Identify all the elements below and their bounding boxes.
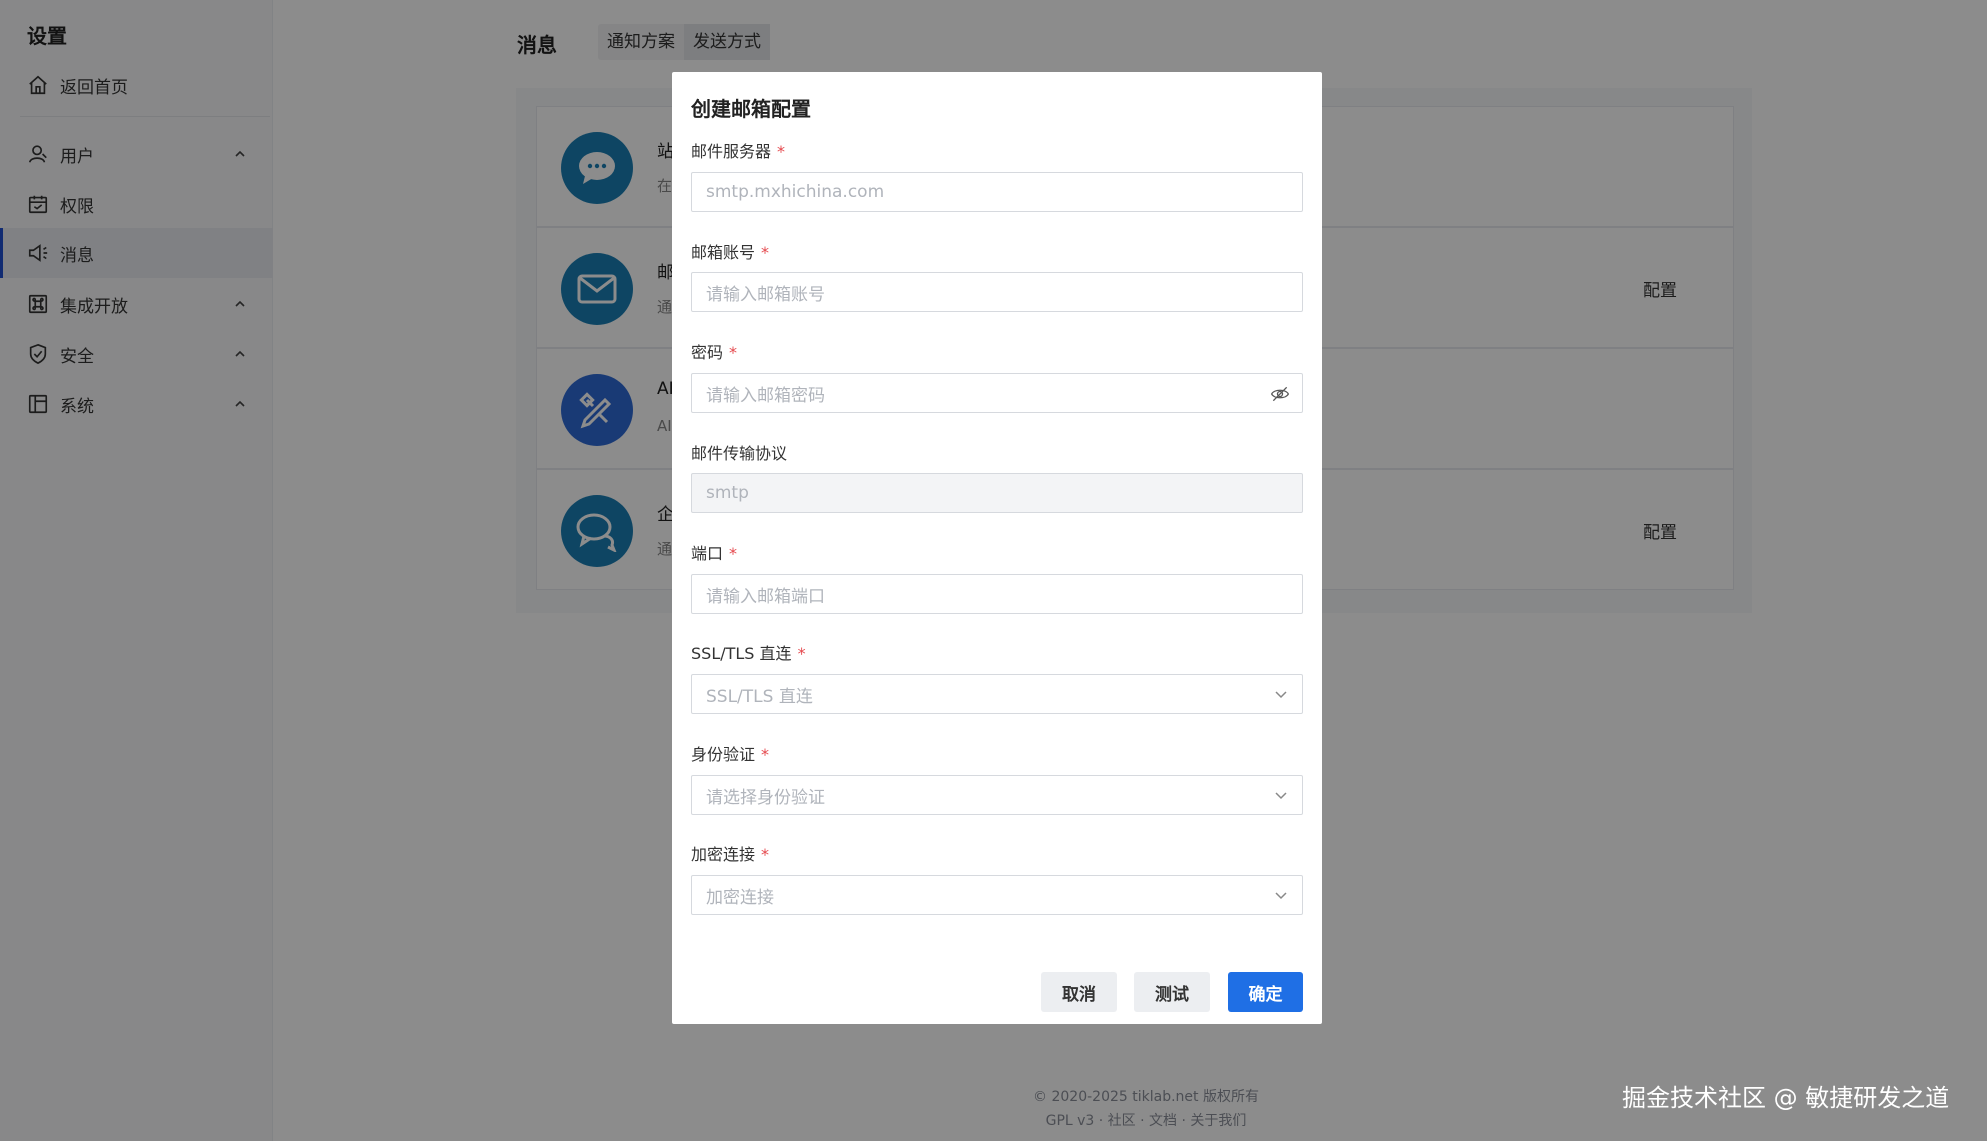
chevron-down-icon (1272, 685, 1290, 708)
confirm-button[interactable]: 确定 (1228, 972, 1303, 1012)
protocol-input: smtp (691, 473, 1303, 513)
mail-server-input[interactable]: smtp.mxhichina.com (691, 172, 1303, 212)
chevron-down-icon (1272, 786, 1290, 809)
eye-off-icon[interactable] (1270, 384, 1290, 409)
password-input[interactable]: 请输入邮箱密码 (691, 373, 1303, 413)
auth-select[interactable]: 请选择身份验证 (691, 775, 1303, 815)
field-label-auth: 身份验证 * (691, 745, 770, 764)
cancel-button[interactable]: 取消 (1041, 972, 1117, 1012)
encryption-select[interactable]: 加密连接 (691, 875, 1303, 915)
watermark: 掘金技术社区 @ 敏捷研发之道 (1622, 1084, 1950, 1112)
field-label-password: 密码 * (691, 343, 738, 362)
test-button[interactable]: 测试 (1134, 972, 1210, 1012)
field-label-ssl-tls: SSL/TLS 直连 * (691, 644, 806, 663)
create-email-config-dialog: 创建邮箱配置 邮件服务器 * smtp.mxhichina.com 邮箱账号 * 请… (672, 72, 1322, 1024)
field-label-protocol: 邮件传输协议 (691, 444, 788, 463)
field-label-mail-server: 邮件服务器 * (691, 142, 786, 161)
dialog-title: 创建邮箱配置 (691, 97, 811, 121)
field-label-encryption: 加密连接 * (691, 845, 770, 864)
chevron-down-icon (1272, 886, 1290, 909)
email-account-input[interactable]: 请输入邮箱账号 (691, 272, 1303, 312)
ssl-tls-select[interactable]: SSL/TLS 直连 (691, 674, 1303, 714)
field-label-port: 端口 * (691, 544, 738, 563)
field-label-email-account: 邮箱账号 * (691, 243, 770, 262)
port-input[interactable]: 请输入邮箱端口 (691, 574, 1303, 614)
